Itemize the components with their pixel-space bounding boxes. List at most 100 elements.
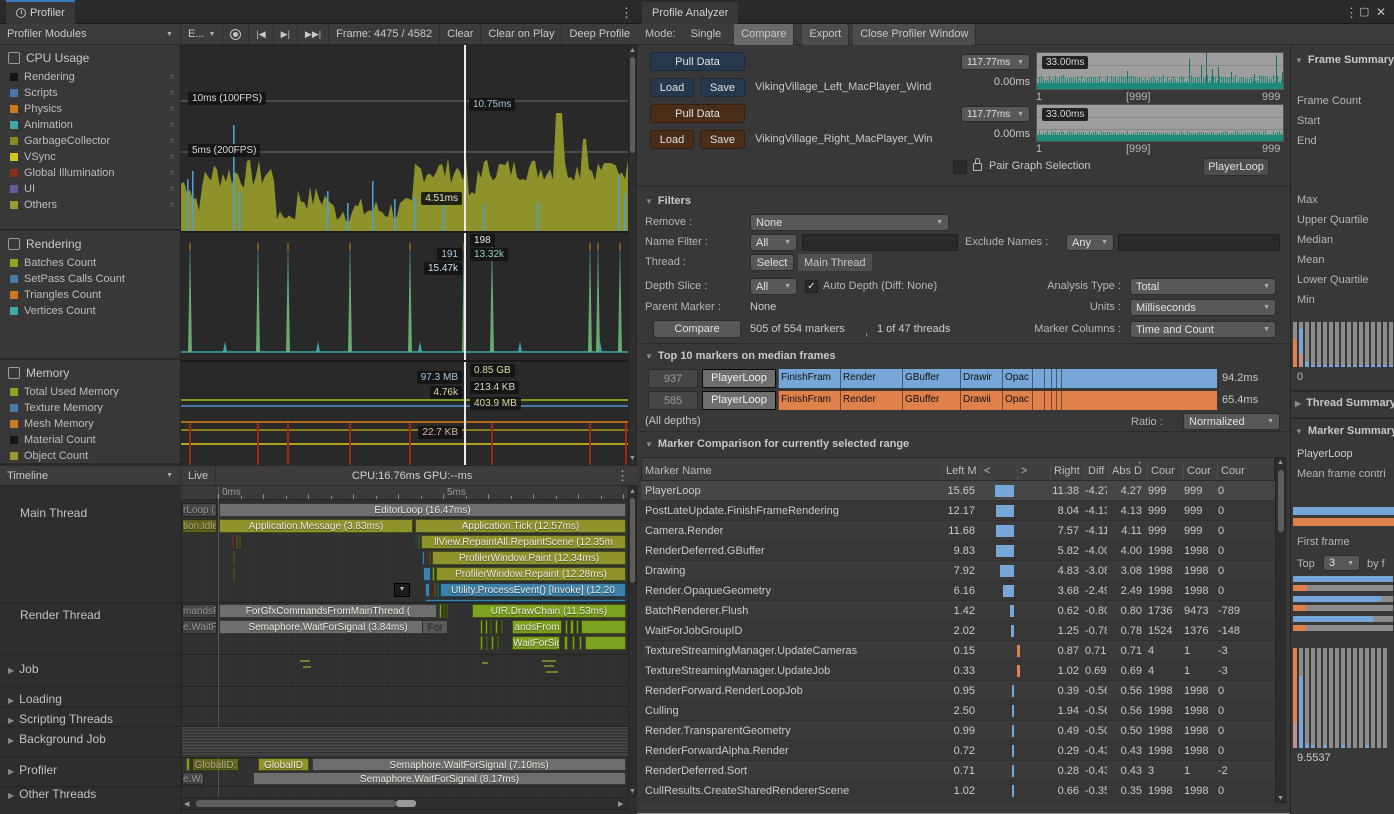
top-n-dropdown[interactable]: 3▼ bbox=[1323, 555, 1360, 571]
table-row[interactable]: CullResults.CreateSharedRendererScene1.0… bbox=[641, 781, 1275, 801]
column-header-7[interactable]: Cour bbox=[1147, 462, 1183, 480]
table-row[interactable]: Render.TransparentGeometry0.990.49-0.500… bbox=[641, 721, 1275, 741]
frame-graph-left[interactable]: 33.00ms bbox=[1036, 52, 1284, 90]
timeline-sample-tick[interactable] bbox=[480, 636, 483, 650]
thread-row-profiler[interactable]: ▶Profiler bbox=[8, 763, 57, 777]
module-item-physics[interactable]: Physics= bbox=[0, 101, 180, 117]
timeline-sample-tick[interactable] bbox=[239, 535, 241, 549]
exclude-names-input[interactable] bbox=[1118, 234, 1280, 251]
top10-segment[interactable]: Render bbox=[840, 369, 902, 388]
table-row[interactable]: PostLateUpdate.FinishFrameRendering12.17… bbox=[641, 501, 1275, 521]
pull-data-button-left[interactable]: Pull Data bbox=[650, 52, 745, 71]
thread-row-loading[interactable]: ▶Loading bbox=[8, 692, 62, 706]
tab-profiler[interactable]: Profiler bbox=[6, 0, 75, 24]
timeline-sample-tick[interactable] bbox=[425, 599, 626, 602]
column-header-6[interactable]: Abs D▼ bbox=[1108, 462, 1147, 480]
profiler-modules-dropdown[interactable]: Profiler Modules▼ bbox=[0, 24, 181, 45]
close-icon[interactable]: ✕ bbox=[1376, 5, 1386, 19]
timeline-track[interactable]: rLoop (1.6EditorLoop (16.47ms)tion.Idle … bbox=[181, 486, 628, 814]
table-row[interactable]: Render.OpaqueGeometry6.163.68-2.492.4919… bbox=[641, 581, 1275, 601]
next-frame-button[interactable]: ▶| bbox=[274, 24, 298, 45]
mode-single-button[interactable]: Single bbox=[684, 24, 729, 45]
analysis-type-dropdown[interactable]: Total▼ bbox=[1130, 278, 1276, 295]
record-button[interactable] bbox=[223, 24, 249, 45]
drag-handle[interactable]: = bbox=[169, 104, 174, 115]
table-row[interactable]: WaitForJobGroupID2.021.25-0.780.78152413… bbox=[641, 621, 1275, 641]
drag-handle[interactable]: = bbox=[169, 120, 174, 131]
save-button-left[interactable]: Save bbox=[700, 78, 745, 97]
cpu-usage-chart[interactable] bbox=[181, 45, 628, 231]
column-header-2[interactable]: < bbox=[980, 462, 1017, 480]
tab-profile-analyzer[interactable]: Profile Analyzer bbox=[642, 0, 738, 24]
timeline-sample[interactable]: Utility.ProcessEvent() [Invoke] (12.20 bbox=[440, 583, 626, 597]
timeline-sample[interactable]: Semaphore.WaitForSignal (7.10ms) bbox=[312, 758, 626, 771]
timeline-sample[interactable]: For bbox=[422, 620, 448, 634]
top10-segment[interactable]: Opac bbox=[1002, 391, 1032, 410]
timeline-sample-tick[interactable] bbox=[443, 604, 445, 618]
foldout-open-icon[interactable]: ▼ bbox=[645, 197, 653, 206]
top10-marker-chip[interactable]: PlayerLoop bbox=[702, 391, 776, 410]
top10-segment[interactable]: Opac bbox=[1002, 369, 1032, 388]
timeline-sample[interactable]: GlobalID: bbox=[192, 758, 239, 771]
drag-handle[interactable]: = bbox=[169, 72, 174, 83]
table-row[interactable]: TextureStreamingManager.UpdateJob0.331.0… bbox=[641, 661, 1275, 681]
timeline-sample-tick[interactable] bbox=[426, 551, 428, 565]
foldout-open-icon[interactable]: ▼ bbox=[1295, 56, 1303, 65]
thread-row-job[interactable]: ▶Job bbox=[8, 662, 39, 676]
thread-row-render-thread[interactable]: Render Thread bbox=[20, 608, 101, 622]
timeline-sample-tick[interactable] bbox=[490, 620, 492, 634]
name-filter-input[interactable] bbox=[802, 234, 958, 251]
timeline-sample-tick[interactable] bbox=[581, 620, 626, 634]
clear-button[interactable]: Clear bbox=[440, 24, 481, 45]
module-item-object-count[interactable]: Object Count bbox=[0, 448, 180, 464]
marker-columns-dropdown[interactable]: Time and Count▼ bbox=[1130, 321, 1276, 338]
timeline-sample-tick[interactable] bbox=[422, 551, 425, 565]
top10-bar-blue[interactable]: FinishFramRenderGBufferDrawirOpac bbox=[778, 369, 1217, 388]
record-target-dropdown[interactable]: E...▼ bbox=[181, 24, 223, 45]
module-item-batches-count[interactable]: Batches Count bbox=[0, 255, 180, 271]
foldout-closed-icon[interactable]: ▶ bbox=[8, 736, 14, 745]
thread-row-main-thread[interactable]: Main Thread bbox=[20, 506, 87, 520]
top10-segment[interactable]: Drawir bbox=[960, 369, 1002, 388]
top10-segment[interactable]: FinishFram bbox=[778, 369, 840, 388]
timeline-sample[interactable]: Semaphore.WaitForSignal (3.84ms) bbox=[219, 620, 437, 634]
depth-slice-dropdown[interactable]: All▼ bbox=[750, 278, 797, 295]
top10-segment[interactable] bbox=[1061, 391, 1217, 410]
timeline-sample[interactable]: e.WaitFo bbox=[182, 772, 204, 785]
exclude-mode-dropdown[interactable]: Any▼ bbox=[1066, 234, 1114, 251]
timeline-sample-tick[interactable] bbox=[585, 636, 626, 650]
top10-segment[interactable]: GBuffer bbox=[902, 369, 960, 388]
timeline-sample-tick[interactable] bbox=[425, 583, 430, 597]
timeline-sample[interactable]: tion.Idle (1 bbox=[182, 519, 217, 533]
foldout-open-icon[interactable]: ▼ bbox=[645, 440, 653, 449]
foldout-closed-icon[interactable]: ▶ bbox=[8, 666, 14, 675]
range-dropdown-right[interactable]: 117.77ms▼ bbox=[961, 106, 1030, 122]
pull-data-button-right[interactable]: Pull Data bbox=[650, 104, 745, 123]
column-header-8[interactable]: Cour bbox=[1183, 462, 1217, 480]
table-row[interactable]: TextureStreamingManager.UpdateCameras0.1… bbox=[641, 641, 1275, 661]
timeline-sample-tick[interactable] bbox=[236, 535, 238, 549]
table-row[interactable]: RenderDeferred.Sort0.710.28-0.430.4331-2 bbox=[641, 761, 1275, 781]
column-header-9[interactable]: Cour bbox=[1217, 462, 1245, 480]
module-item-ui[interactable]: UI= bbox=[0, 181, 180, 197]
drag-handle[interactable]: = bbox=[169, 136, 174, 147]
table-row[interactable]: RenderForwardAlpha.Render0.720.29-0.430.… bbox=[641, 741, 1275, 761]
timeline-sample-tick[interactable] bbox=[233, 551, 235, 565]
module-item-others[interactable]: Others= bbox=[0, 197, 180, 213]
table-row[interactable]: Drawing7.924.83-3.083.08199819980 bbox=[641, 561, 1275, 581]
module-item-global-illumination[interactable]: Global Illumination= bbox=[0, 165, 180, 181]
timeline-sample-tick[interactable] bbox=[579, 636, 582, 650]
drag-handle[interactable]: = bbox=[169, 152, 174, 163]
timeline-sample-tick[interactable] bbox=[564, 636, 568, 650]
drag-handle[interactable]: = bbox=[169, 200, 174, 211]
export-button[interactable]: Export bbox=[802, 24, 849, 45]
timeline-sample-tick[interactable] bbox=[495, 620, 498, 634]
column-header-1[interactable]: Left M bbox=[942, 462, 980, 480]
timeline-sample-tick[interactable] bbox=[485, 620, 488, 634]
timeline-sample-tick[interactable] bbox=[501, 620, 503, 634]
timeline-sample-tick[interactable] bbox=[232, 535, 234, 549]
profiler-window-menu-icon[interactable]: ⋮ bbox=[620, 5, 633, 21]
module-item-rendering[interactable]: Rendering= bbox=[0, 69, 180, 85]
top10-segment[interactable]: Drawii bbox=[960, 391, 1002, 410]
timeline-sample-tick[interactable] bbox=[446, 604, 448, 618]
